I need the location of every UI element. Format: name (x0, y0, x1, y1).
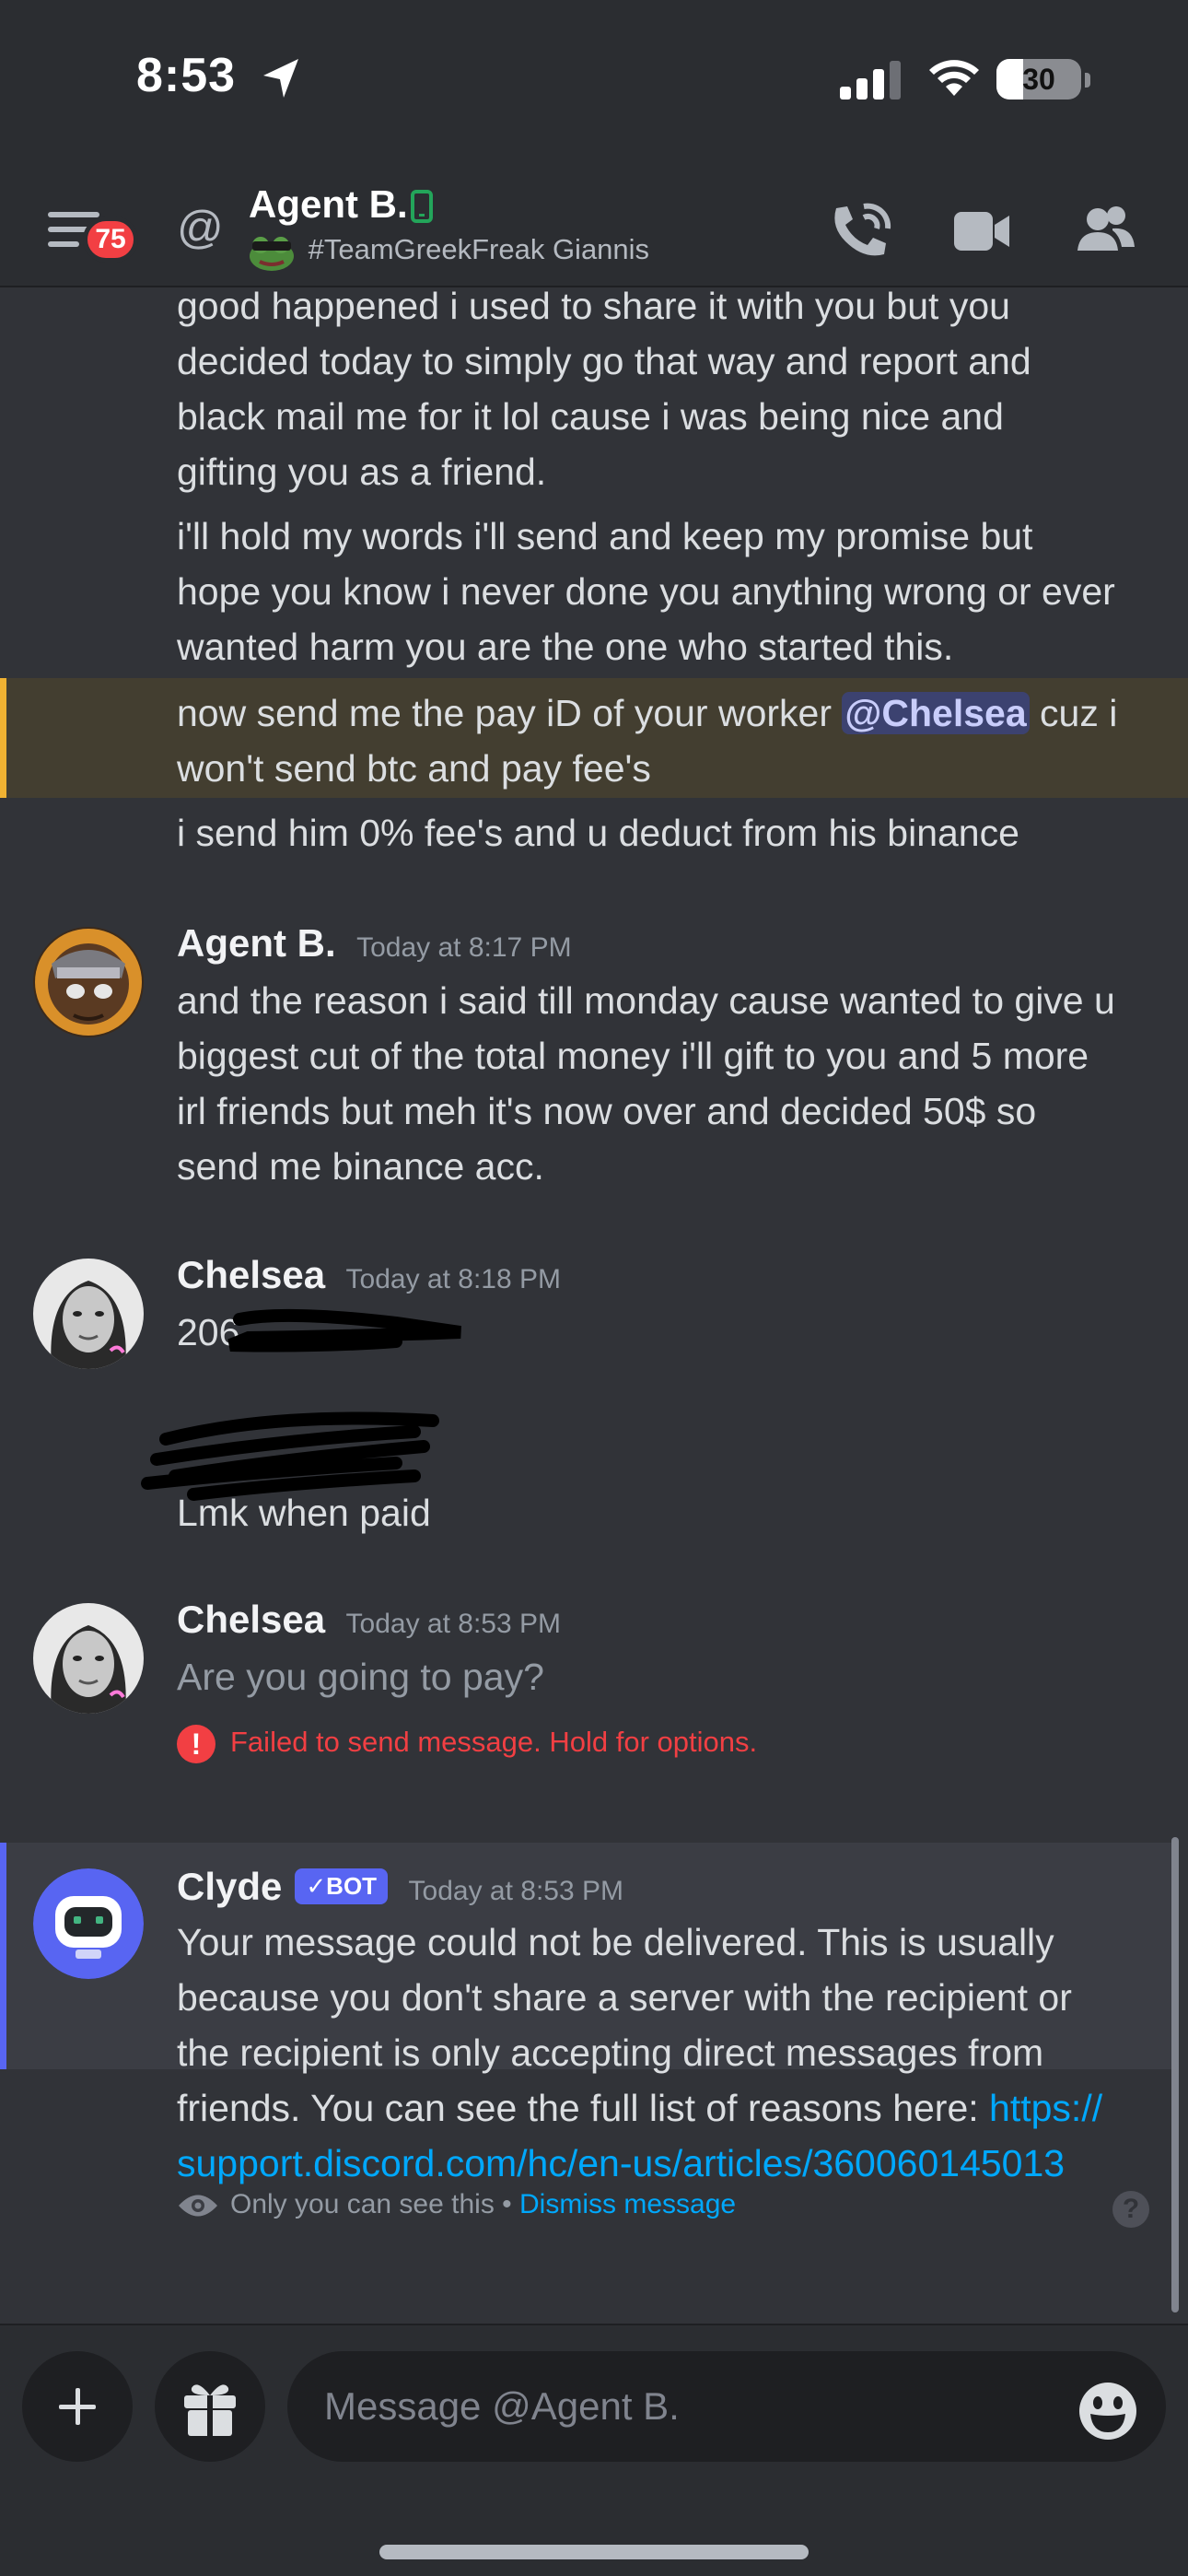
avatar[interactable] (33, 1603, 144, 1714)
message-list[interactable]: good happened i used to share it with yo… (0, 287, 1188, 2324)
message-line: irl friends but meh it's now over and de… (177, 1090, 1037, 1132)
message-line: and the reason i said till monday cause … (177, 979, 1115, 1022)
message-line: friends. You can see the full list of re… (177, 2087, 1103, 2129)
cellular-signal-icon (840, 61, 901, 100)
avatar[interactable] (33, 1259, 144, 1369)
user-mention[interactable]: @Chelsea (842, 692, 1030, 734)
message-line: wanted harm you are the one who started … (177, 626, 954, 668)
frog-emoji-icon (250, 237, 294, 271)
unread-badge: 75 (83, 217, 138, 263)
home-indicator[interactable] (379, 2545, 809, 2559)
message-line: black mail me for it lol cause i was bei… (177, 395, 1004, 438)
message-line: send me binance acc. (177, 1145, 544, 1188)
message-line: now send me the pay iD of your worker @C… (177, 692, 1118, 734)
avatar[interactable] (33, 1868, 144, 1979)
chelsea-avatar-image (33, 1259, 144, 1369)
message-header: Chelsea Today at 8:53 PM (177, 1598, 561, 1642)
support-link-continued[interactable]: support.discord.com/hc/en-us/articles/36… (177, 2136, 1153, 2191)
bot-tag: ✓BOT (295, 1868, 389, 1904)
clyde-avatar-image (33, 1868, 144, 1979)
redaction-scribble (141, 1308, 461, 1501)
message-line: hope you know i never done you anything … (177, 570, 1115, 613)
add-attachment-button[interactable] (22, 2351, 133, 2462)
help-icon[interactable]: ? (1112, 2191, 1149, 2228)
message-header: Clyde ✓BOT Today at 8:53 PM (177, 1865, 623, 1909)
message-line: i send him 0% fee's and u deduct from hi… (177, 812, 1019, 854)
message-input[interactable] (287, 2351, 1166, 2462)
support-link[interactable]: https:// (989, 2087, 1102, 2129)
message-header: Agent B. Today at 8:17 PM (177, 921, 572, 966)
members-icon[interactable] (1076, 201, 1136, 262)
message-line: i'll hold my words i'll send and keep my… (177, 515, 1033, 557)
alert-icon: ! (177, 1725, 215, 1763)
message-line-unsent[interactable]: Are you going to pay? (177, 1649, 1153, 1704)
message-line: the recipient is only accepting direct m… (177, 2032, 1044, 2074)
gift-icon (184, 2384, 236, 2436)
chelsea-avatar-image (33, 1603, 144, 1714)
dm-recipient-name[interactable]: Agent B. (249, 182, 408, 227)
message-line: good happened i used to share it with yo… (177, 287, 1010, 327)
send-failed-notice[interactable]: ! Failed to send message. Hold for option… (177, 1725, 757, 1763)
message-line: biggest cut of the total money i'll gift… (177, 1035, 1089, 1077)
timestamp: Today at 8:17 PM (356, 932, 572, 963)
message-line: Your message could not be delivered. Thi… (177, 1921, 1054, 1963)
video-icon[interactable] (952, 201, 1011, 262)
message-header: Chelsea Today at 8:18 PM (177, 1253, 561, 1297)
message-line: won't send btc and pay fee's (177, 747, 651, 790)
timestamp: Today at 8:18 PM (345, 1264, 562, 1294)
status-bar: 8:53 30 (0, 0, 1188, 175)
timestamp: Today at 8:53 PM (345, 1609, 562, 1639)
message-line: because you don't share a server with th… (177, 1976, 1072, 2019)
dismiss-message-link[interactable]: Dismiss message (519, 2189, 736, 2219)
author-name[interactable]: Chelsea (177, 1598, 325, 1641)
emoji-icon[interactable] (1077, 2381, 1138, 2441)
plus-icon (59, 2388, 96, 2425)
mobile-icon (411, 190, 433, 223)
custom-status: #TeamGreekFreak Giannis (247, 232, 649, 271)
scrollbar[interactable] (1171, 1837, 1179, 2313)
location-arrow-icon (263, 59, 298, 98)
battery-indicator: 30 (996, 59, 1081, 100)
message-line: decided today to simply go that way and … (177, 340, 1031, 382)
custom-status-text: #TeamGreekFreak Giannis (308, 233, 650, 266)
dm-header: 75 @ Agent B. #TeamGreekFreak Giannis (0, 175, 1188, 287)
wifi-icon (929, 60, 979, 96)
author-name[interactable]: Chelsea (177, 1253, 325, 1296)
timestamp: Today at 8:53 PM (408, 1876, 623, 1906)
only-you-text: Only you can see this (230, 2189, 495, 2219)
call-icon[interactable] (827, 201, 895, 262)
message-composer (0, 2324, 1188, 2576)
message-line: Lmk when paid (177, 1492, 431, 1534)
message-line: gifting you as a friend. (177, 451, 547, 493)
ephemeral-notice: Only you can see this • Dismiss message (177, 2189, 736, 2220)
at-icon: @ (177, 202, 224, 253)
eye-icon (179, 2195, 217, 2217)
avatar[interactable] (33, 927, 144, 1037)
agent-avatar-image (33, 927, 144, 1037)
gift-button[interactable] (155, 2351, 265, 2462)
author-name[interactable]: Agent B. (177, 921, 336, 965)
status-time: 8:53 (136, 49, 237, 102)
author-name[interactable]: Clyde (177, 1865, 282, 1908)
